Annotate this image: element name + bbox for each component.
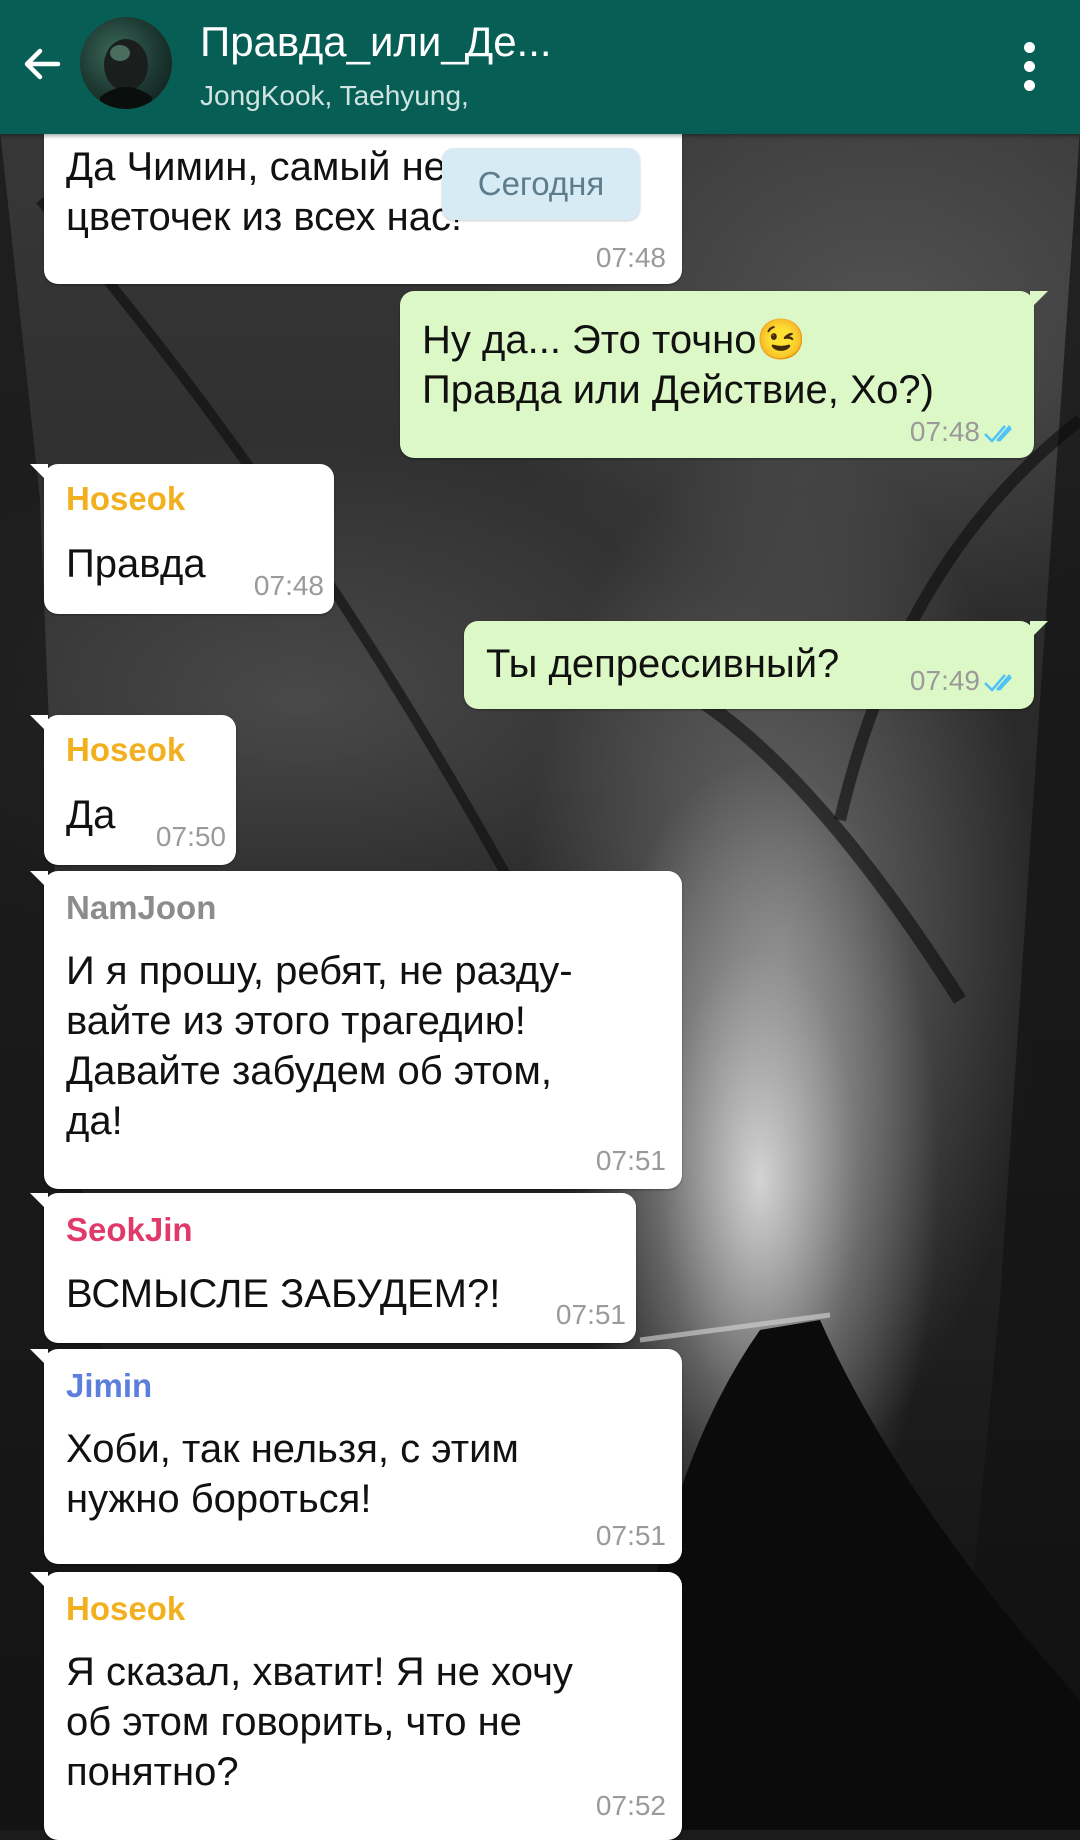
sender-name[interactable]: Hoseok: [66, 480, 185, 518]
double-check-icon: [984, 674, 1012, 692]
message-time: 07:51: [595, 1145, 666, 1176]
message-bubble[interactable]: Hoseok Да 07:50: [30, 715, 236, 865]
bubble-tail: [30, 871, 48, 889]
message-bubble[interactable]: Hoseok Правда 07:48: [30, 464, 334, 614]
message-text: И я прошу, ребят, не разду- вайте из это…: [66, 949, 573, 1143]
message-text: Ты депрессивный?: [486, 642, 840, 686]
message-bubble[interactable]: Ну да... Это точно😉 Правда или Действие,…: [400, 291, 1048, 458]
sender-name[interactable]: NamJoon: [66, 889, 216, 927]
group-avatar[interactable]: [80, 17, 172, 109]
message-time: 07:52: [595, 1790, 666, 1821]
date-divider: Сегодня: [442, 148, 640, 220]
message-time: 07:50: [155, 821, 226, 852]
chat-participants[interactable]: JongKook, Taehyung,: [200, 80, 469, 112]
bubble-tail: [1030, 291, 1048, 309]
bubble-tail: [30, 464, 48, 482]
sender-name[interactable]: Hoseok: [66, 1590, 185, 1628]
app-bar: Правда_или_Де... JongKook, Taehyung,: [0, 0, 1080, 134]
sender-name[interactable]: SeokJin: [66, 1211, 193, 1249]
bubble-tail: [30, 1572, 48, 1590]
message-text: Да: [66, 793, 116, 837]
message-text: Правда: [66, 542, 206, 586]
message-bubble[interactable]: NamJoon И я прошу, ребят, не разду- вайт…: [30, 871, 682, 1189]
message-time: 07:51: [595, 1520, 666, 1551]
message-text: Хоби, так нельзя, с этим нужно бороться!: [66, 1427, 519, 1521]
sender-name[interactable]: Jimin: [66, 1367, 152, 1405]
message-time: 07:51: [555, 1299, 626, 1330]
message-bubble[interactable]: Jimin Хоби, так нельзя, с этим нужно бор…: [30, 1349, 682, 1564]
message-text: Я сказал, хватит! Я не хочу об этом гово…: [66, 1650, 573, 1794]
message-time: 07:48: [595, 242, 666, 273]
message-time: 07:48: [909, 416, 980, 447]
message-text: Ну да... Это точно😉 Правда или Действие,…: [422, 318, 934, 412]
avatar-image: [100, 39, 152, 109]
message-time: 07:49: [909, 665, 980, 696]
chat-title[interactable]: Правда_или_Де...: [200, 18, 552, 66]
more-vert-icon[interactable]: [1010, 34, 1050, 98]
bubble-tail: [30, 1193, 48, 1211]
bubble-tail: [30, 715, 48, 733]
bubble-tail: [30, 1349, 48, 1367]
double-check-icon: [984, 425, 1012, 443]
back-arrow-icon[interactable]: [14, 36, 70, 92]
bubble-tail: [1030, 621, 1048, 639]
sender-name[interactable]: Hoseok: [66, 731, 185, 769]
message-bubble[interactable]: Ты депрессивный? 07:49: [464, 621, 1048, 709]
message-bubble[interactable]: SeokJin ВСМЫСЛЕ ЗАБУДЕМ?! 07:51: [30, 1193, 636, 1343]
message-time: 07:48: [253, 570, 324, 601]
message-text: ВСМЫСЛЕ ЗАБУДЕМ?!: [66, 1272, 501, 1316]
message-bubble[interactable]: Hoseok Я сказал, хватит! Я не хочу об эт…: [30, 1572, 682, 1840]
